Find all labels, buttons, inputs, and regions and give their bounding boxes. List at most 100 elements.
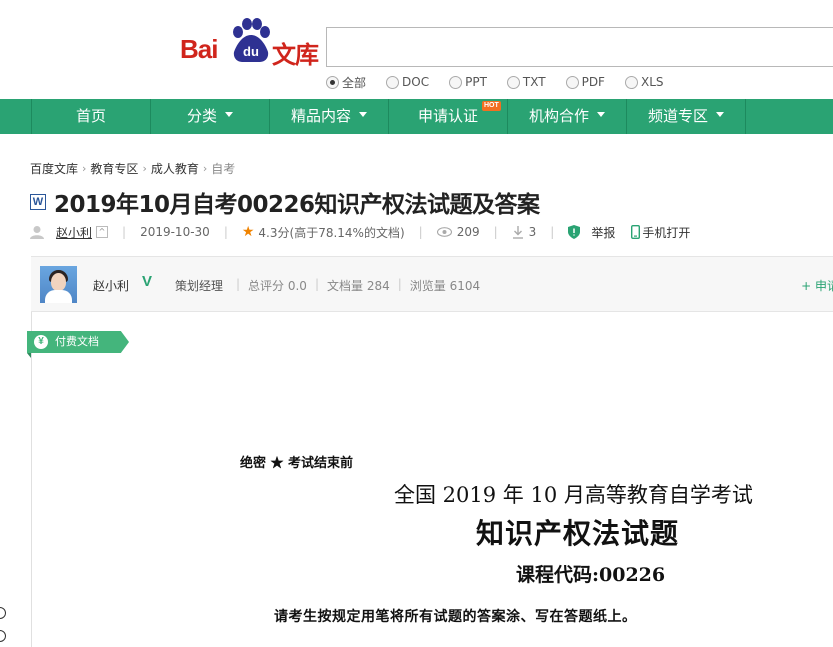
chevron-down-icon: [225, 112, 233, 117]
download-icon: [512, 225, 523, 239]
doc-title-row: W 2019年10月自考00226知识产权法试题及答案: [30, 186, 540, 218]
stat-divider: |: [397, 277, 402, 291]
filter-label: PPT: [465, 75, 487, 89]
radio-icon: [624, 75, 638, 89]
nav-label: 申请认证: [417, 107, 478, 125]
filter-label: 全部: [342, 75, 367, 90]
logo-bai-text: Bai: [180, 34, 218, 64]
avatar-body: [45, 290, 72, 303]
open-on-mobile-link[interactable]: 手机打开: [642, 224, 690, 241]
filter-label: XLS: [640, 75, 664, 89]
nav-item-categories[interactable]: 分类: [151, 99, 269, 134]
nav-label: 精品内容: [290, 107, 351, 125]
search-input[interactable]: [327, 28, 833, 66]
chevron-up-icon[interactable]: ^: [96, 226, 109, 238]
filter-pdf[interactable]: PDF: [565, 73, 605, 91]
meta-divider: |: [223, 225, 228, 239]
word-icon: W: [30, 194, 46, 210]
paid-doc-label: 付费文档: [55, 335, 99, 348]
filter-ppt[interactable]: PPT: [449, 73, 487, 91]
radio-icon: [449, 75, 463, 89]
author-view-count: 浏览量 6104: [409, 279, 481, 293]
radio-icon: [506, 75, 520, 89]
chevron-right-icon: ›: [82, 162, 87, 175]
nav-item-channels[interactable]: 频道专区: [627, 99, 745, 134]
star-icon: ★: [241, 224, 255, 240]
search-box: [326, 27, 833, 67]
user-icon: [30, 226, 44, 239]
filter-txt[interactable]: TXT: [506, 73, 546, 91]
paid-doc-tag: ¥ 付费文档: [27, 331, 129, 353]
stat-divider: |: [236, 277, 241, 291]
hot-badge: HOT: [482, 101, 501, 111]
baidu-paw-icon: du: [233, 18, 270, 62]
nav-item-premium[interactable]: 精品内容: [270, 99, 388, 134]
chevron-down-icon: [359, 112, 367, 117]
author-doc-count: 文档量 284: [327, 279, 390, 293]
nav-divider: [745, 99, 746, 134]
avatar-face: [51, 273, 66, 291]
rating-text: 4.3分(高于78.14%的文档): [258, 225, 405, 240]
avatar[interactable]: [40, 266, 77, 303]
verified-icon: V: [142, 273, 153, 290]
chevron-down-icon: [716, 112, 724, 117]
doc-meta: 赵小利 ^ | 2019-10-30 | ★ 4.3分(高于78.14%的文档)…: [30, 223, 690, 241]
nav-item-home[interactable]: 首页: [32, 99, 150, 134]
preview-exam-title: 知识产权法试题: [476, 517, 680, 550]
meta-divider: |: [418, 225, 423, 239]
eye-icon: [436, 227, 452, 237]
preview-exam-heading: 全国 2019 年 10 月高等教育自学考试: [394, 483, 753, 507]
phone-icon: [631, 225, 641, 239]
edge-circle-icon: [0, 630, 6, 642]
report-link[interactable]: 举报: [591, 224, 615, 241]
nav-label: 首页: [75, 107, 106, 125]
filter-label: DOC: [402, 75, 430, 89]
radio-icon: [565, 75, 579, 89]
author-role: 策划经理: [175, 279, 224, 293]
meta-divider: |: [122, 225, 127, 239]
filter-all[interactable]: 全部: [326, 73, 366, 91]
author-link[interactable]: 赵小利: [56, 224, 92, 241]
breadcrumb: 百度文库 › 教育专区 › 成人教育 › 自考: [30, 160, 235, 177]
file-type-filters: 全部 DOC PPT TXT PDF XLS: [326, 73, 684, 91]
filter-doc[interactable]: DOC: [386, 73, 429, 91]
tag-fold: [27, 353, 31, 358]
breadcrumb-item[interactable]: 成人教育: [151, 160, 199, 177]
stat-divider: |: [314, 277, 319, 291]
radio-icon: [386, 75, 400, 89]
nav-item-partnership[interactable]: 机构合作: [508, 99, 626, 134]
filter-xls[interactable]: XLS: [624, 73, 664, 91]
logo-du-text: du: [243, 44, 259, 59]
preview-course-code: 课程代码:00226: [516, 564, 666, 586]
author-name[interactable]: 赵小利: [93, 277, 129, 294]
author-bar: 赵小利 V 策划经理 | 总评分 0.0 | 文档量 284 | 浏览量 610…: [31, 256, 833, 312]
yen-icon: ¥: [34, 335, 48, 349]
author-stats: | 总评分 0.0 | 文档量 284 | 浏览量 6104: [236, 277, 488, 294]
breadcrumb-item[interactable]: 百度文库: [30, 160, 78, 177]
preview-instruction: 请考生按规定用笔将所有试题的答案涂、写在答题纸上。: [274, 609, 637, 625]
download-count: 3: [528, 225, 537, 239]
chevron-right-icon: ›: [202, 162, 208, 175]
page-title: 2019年10月自考00226知识产权法试题及答案: [54, 192, 540, 218]
shield-icon: [568, 225, 581, 239]
preview-confidential-line: 绝密 ★ 考试结束前: [240, 456, 354, 471]
nav-label: 机构合作: [528, 107, 589, 125]
radio-icon: [326, 75, 339, 89]
filter-label: TXT: [522, 75, 546, 89]
header: Bai du 文库 全部 DOC PPT TXT PDF XLS: [0, 0, 833, 99]
apply-button[interactable]: + 申请: [801, 277, 833, 294]
breadcrumb-item[interactable]: 教育专区: [90, 160, 138, 177]
meta-divider: |: [550, 225, 555, 239]
view-count: 209: [456, 225, 480, 239]
author-score: 总评分 0.0: [248, 279, 307, 293]
nav-label: 频道专区: [647, 107, 708, 125]
chevron-right-icon: ›: [142, 162, 147, 175]
edge-circle-icon: [0, 607, 6, 619]
nav-label: 分类: [186, 107, 217, 125]
breadcrumb-item[interactable]: 自考: [211, 160, 235, 177]
logo-wenku-text: 文库: [272, 41, 319, 69]
baidu-wenku-logo[interactable]: Bai du 文库: [180, 18, 320, 69]
meta-divider: |: [493, 225, 498, 239]
filter-label: PDF: [581, 75, 605, 89]
main-nav: 首页 分类 精品内容 申请认证 HOT 机构合作 频道专区: [0, 99, 833, 134]
